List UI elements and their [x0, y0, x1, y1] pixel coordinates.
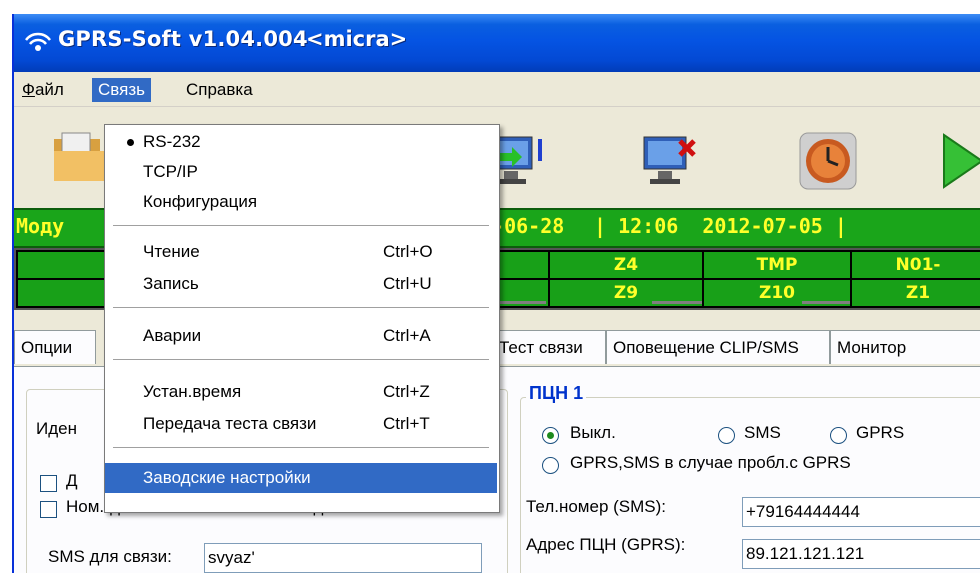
ident-label: Иден	[36, 419, 77, 438]
menu-item-write[interactable]: Запись Ctrl+U	[105, 269, 497, 299]
sms-label: SMS для связи:	[48, 547, 172, 566]
zone-cell-n01: N01-	[852, 252, 980, 278]
menu-separator	[113, 307, 489, 309]
disconnect-icon[interactable]	[640, 133, 704, 189]
menu-item-set-time[interactable]: Устан.время Ctrl+Z	[105, 377, 497, 407]
open-file-icon[interactable]	[50, 129, 110, 185]
phone-label: Тел.номер (SMS):	[526, 497, 667, 516]
app-window: GPRS-Soft v1.04.004 <micra> Файл Связь С…	[12, 14, 980, 573]
tab-connection-test[interactable]: Тест связи	[492, 330, 606, 364]
tab-options[interactable]: Опции	[14, 330, 96, 364]
connection-menu: RS-232 TCP/IP Конфигурация Чтение Ctrl+O…	[104, 124, 500, 513]
menu-separator	[113, 447, 489, 449]
radio-gprs[interactable]	[830, 427, 847, 444]
title-bar[interactable]: GPRS-Soft v1.04.004 <micra>	[14, 14, 980, 72]
zone-cell-tmp: TMP	[704, 252, 852, 278]
address-input[interactable]: 89.121.121.121	[742, 539, 980, 569]
radio-sms-label: SMS	[744, 423, 781, 442]
clock-icon[interactable]	[798, 131, 858, 191]
menu-connection[interactable]: Связь	[92, 78, 151, 102]
menu-item-send-test[interactable]: Передача теста связи Ctrl+T	[105, 409, 497, 439]
sms-input[interactable]: svyaz'	[204, 543, 482, 573]
menu-separator	[113, 225, 489, 227]
status-module: Моду	[16, 214, 65, 238]
menu-item-tcpip[interactable]: TCP/IP	[105, 157, 497, 187]
menu-bar: Файл Связь Справка	[14, 74, 980, 107]
radio-gprs-label: GPRS	[856, 423, 905, 442]
tab-clip-sms[interactable]: Оповещение CLIP/SMS	[606, 330, 830, 364]
address-label: Адрес ПЦН (GPRS):	[526, 535, 686, 554]
checkbox-2[interactable]	[40, 501, 57, 518]
menu-item-read[interactable]: Чтение Ctrl+O	[105, 237, 497, 267]
menu-item-alarms[interactable]: Аварии Ctrl+A	[105, 321, 497, 351]
menu-item-configuration[interactable]: Конфигурация	[105, 187, 497, 217]
menu-separator	[113, 359, 489, 361]
pcn-title: ПЦН 1	[526, 383, 587, 404]
radio-sms[interactable]	[718, 427, 735, 444]
menu-item-factory-settings[interactable]: Заводские настройки	[105, 463, 497, 493]
zone-cell-z1: Z1	[852, 280, 980, 306]
zone-indicator	[802, 301, 850, 304]
signal-icon	[25, 32, 51, 51]
zone-indicator	[496, 301, 546, 304]
play-icon[interactable]	[938, 131, 980, 191]
radio-off[interactable]	[542, 427, 559, 444]
checkbox-1[interactable]	[40, 475, 57, 492]
zone-indicator	[652, 301, 702, 304]
checked-bullet-icon	[127, 139, 134, 146]
radio-gprs-sms-label: GPRS,SMS в случае пробл.с GPRS	[570, 453, 851, 472]
window-subtitle: <micra>	[306, 27, 408, 51]
status-time-date: | 12:06 2012-07-05 |	[594, 214, 847, 238]
menu-help[interactable]: Справка	[180, 78, 259, 102]
radio-off-label: Выкл.	[570, 423, 616, 442]
menu-file[interactable]: Файл	[16, 78, 70, 102]
radio-gprs-sms[interactable]	[542, 457, 559, 474]
menu-item-rs232[interactable]: RS-232	[105, 127, 497, 157]
tab-monitor[interactable]: Монитор	[830, 330, 980, 364]
zone-cell-z4: Z4	[550, 252, 704, 278]
window-title: GPRS-Soft v1.04.004	[58, 27, 308, 51]
checkbox-1-label: Д	[66, 471, 78, 490]
phone-input[interactable]: +79164444444	[742, 497, 980, 527]
